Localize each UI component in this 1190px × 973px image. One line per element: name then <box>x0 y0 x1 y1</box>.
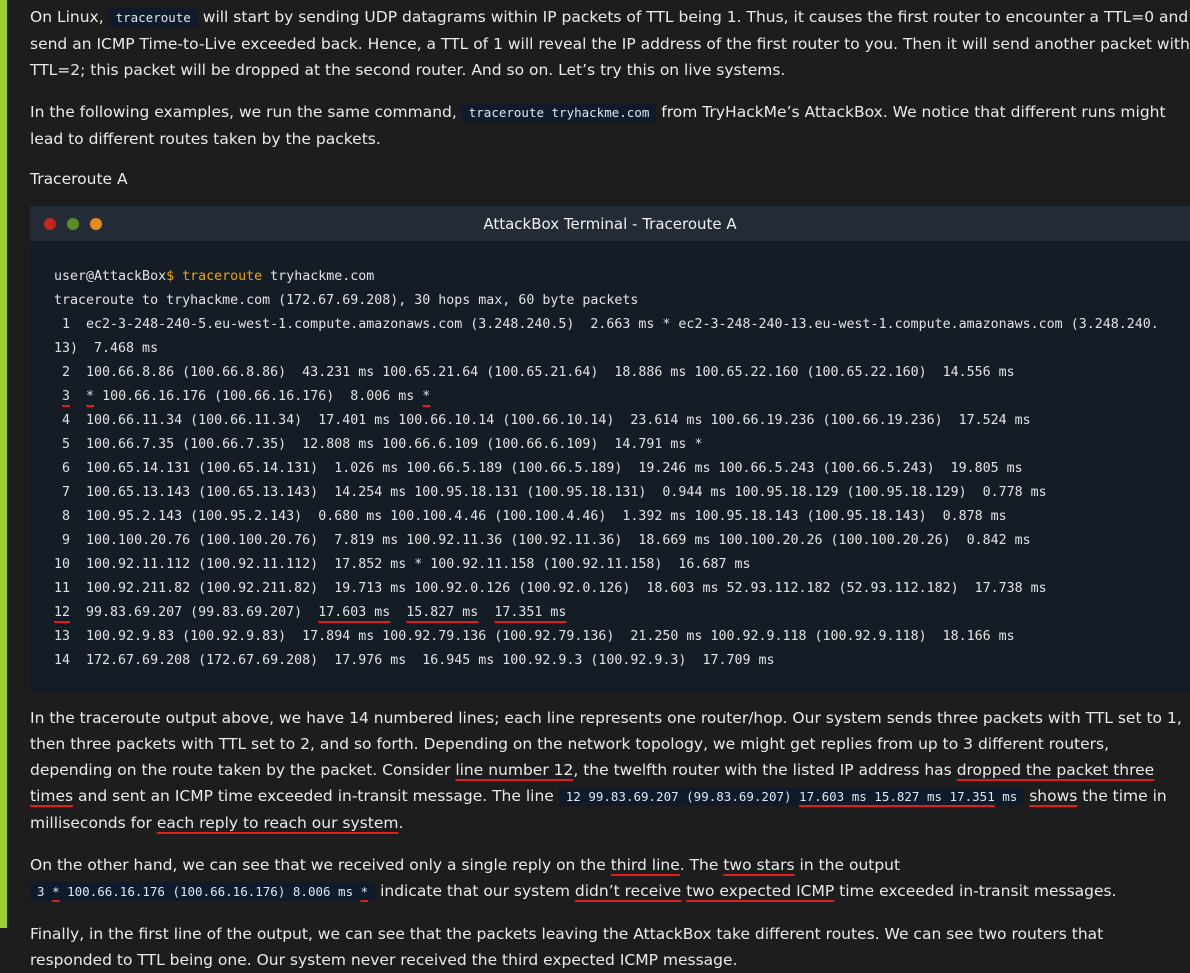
output-line: 5 100.66.7.35 (100.66.7.35) 12.808 ms 10… <box>54 437 703 452</box>
star-marker: * <box>52 884 60 899</box>
star-marker: * <box>86 389 95 404</box>
command: traceroute <box>182 269 263 284</box>
maximize-dot-icon[interactable] <box>67 218 79 230</box>
underlined-text: each reply to reach our system <box>156 814 399 832</box>
text: . The <box>679 856 724 874</box>
code-text: ms <box>994 789 1018 804</box>
code-text: 12 99.83.69.207 (99.83.69.207) <box>565 789 800 804</box>
inline-code: traceroute <box>108 8 198 27</box>
prompt-line: user@AttackBox$ traceroute tryhackme.com <box>54 265 1166 289</box>
text: On Linux, <box>30 8 109 26</box>
output-line: traceroute to tryhackme.com (172.67.69.2… <box>54 293 639 308</box>
output-line: 3 * 100.66.16.176 (100.66.16.176) 8.006 … <box>54 385 1166 409</box>
window-controls <box>44 218 102 230</box>
output-line: 14 172.67.69.208 (172.67.69.208) 17.976 … <box>54 653 775 668</box>
prompt-symbol: $ <box>166 269 175 284</box>
output-line: 7 100.65.13.143 (100.65.13.143) 14.254 m… <box>54 485 1047 500</box>
hop-number: 12 <box>54 605 71 620</box>
output-line: 9 100.100.20.76 (100.100.20.76) 7.819 ms… <box>54 533 1031 548</box>
text: in the output <box>794 856 901 874</box>
examples-paragraph: In the following examples, we run the sa… <box>30 99 1190 152</box>
terminal-output: user@AttackBox$ traceroute tryhackme.com… <box>30 241 1190 691</box>
text: and sent an ICMP time exceeded in-transi… <box>73 787 559 805</box>
inline-code: 3 * 100.66.16.176 (100.66.16.176) 8.006 … <box>30 882 376 901</box>
close-dot-icon[interactable] <box>44 218 56 230</box>
code-text: 3 <box>37 884 53 899</box>
terminal-title: AttackBox Terminal - Traceroute A <box>483 214 737 233</box>
left-accent-bar <box>0 0 7 928</box>
text: In the following examples, we run the sa… <box>30 103 462 121</box>
section-heading: Traceroute A <box>30 170 128 188</box>
underlined-text: line number 12 <box>455 761 574 779</box>
underlined-code: 17.603 ms 15.827 ms 17.351 <box>799 789 995 804</box>
prompt-user: user@AttackBox <box>54 269 167 284</box>
text: , the twelfth router with the listed IP … <box>573 761 957 779</box>
time-value: 15.827 ms <box>406 605 479 620</box>
star-marker: * <box>422 389 431 404</box>
output-line: 12 99.83.69.207 (99.83.69.207) 17.603 ms… <box>54 601 1166 625</box>
underlined-text: two expected ICMP <box>686 882 835 900</box>
underlined-text: shows <box>1029 787 1078 805</box>
third-line-paragraph: On the other hand, we can see that we re… <box>30 852 1190 905</box>
output-line: 4 100.66.11.34 (100.66.11.34) 17.401 ms … <box>54 413 1031 428</box>
inline-code: traceroute tryhackme.com <box>461 103 657 122</box>
conclusion-paragraph: Finally, in the first line of the output… <box>30 925 1104 969</box>
output-line: 6 100.65.14.131 (100.65.14.131) 1.026 ms… <box>54 461 1023 476</box>
text: time exceeded in-transit messages. <box>834 882 1117 900</box>
output-line: 1 ec2-3-248-240-5.eu-west-1.compute.amaz… <box>54 317 1159 356</box>
output-line: 11 100.92.211.82 (100.92.211.82) 19.713 … <box>54 581 1047 596</box>
hop-number: 3 <box>62 389 71 404</box>
underlined-text: third line <box>610 856 680 874</box>
time-value: 17.351 ms <box>494 605 567 620</box>
text: On the other hand, we can see that we re… <box>30 856 611 874</box>
underlined-text: two stars <box>723 856 795 874</box>
text: indicate that our system <box>375 882 575 900</box>
inline-code: 12 99.83.69.207 (99.83.69.207) 17.603 ms… <box>558 787 1025 806</box>
text: will start by sending UDP datagrams with… <box>30 8 1190 79</box>
hop-text: 99.83.69.207 (99.83.69.207) <box>70 605 319 620</box>
output-line: 8 100.95.2.143 (100.95.2.143) 0.680 ms 1… <box>54 509 1007 524</box>
terminal-titlebar: AttackBox Terminal - Traceroute A <box>30 206 1190 241</box>
code-text: 100.66.16.176 (100.66.16.176) 8.006 ms <box>59 884 361 899</box>
output-line: 13 100.92.9.83 (100.92.9.83) 17.894 ms 1… <box>54 629 1015 644</box>
output-line: 2 100.66.8.86 (100.66.8.86) 43.231 ms 10… <box>54 365 1015 380</box>
intro-paragraph: On Linux, traceroute will start by sendi… <box>30 4 1190 83</box>
terminal-window: AttackBox Terminal - Traceroute A user@A… <box>30 206 1190 691</box>
text: . <box>398 814 404 832</box>
explanation-paragraph: In the traceroute output above, we have … <box>30 705 1190 836</box>
command-argument: tryhackme.com <box>262 269 375 284</box>
time-value: 17.603 ms <box>318 605 391 620</box>
output-line: 10 100.92.11.112 (100.92.11.112) 17.852 … <box>54 557 751 572</box>
underlined-text: didn’t receive <box>574 882 682 900</box>
star-marker: * <box>360 884 369 899</box>
minimize-dot-icon[interactable] <box>90 218 102 230</box>
article-content: On Linux, traceroute will start by sendi… <box>30 0 1190 973</box>
hop-text: 100.66.16.176 (100.66.16.176) 8.006 ms <box>94 389 423 404</box>
